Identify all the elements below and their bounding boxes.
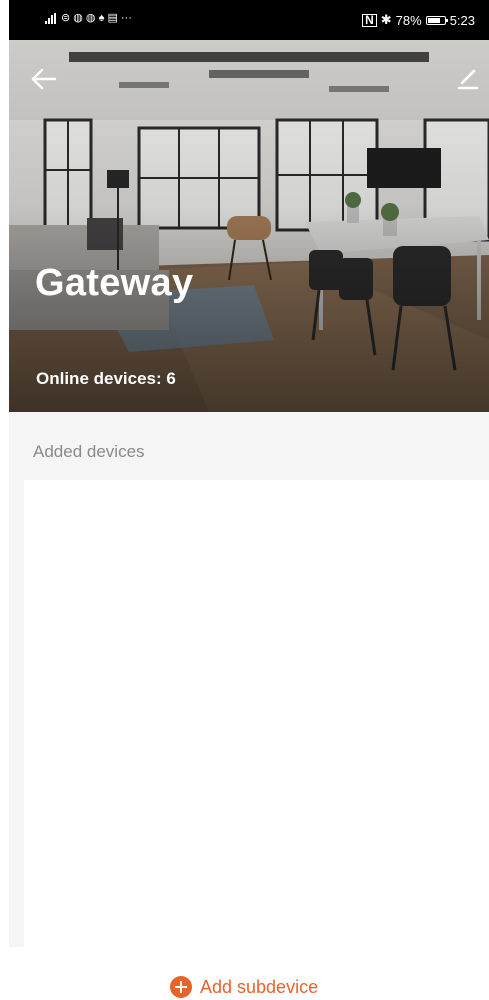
gateway-header: Gateway Online devices: 6 <box>9 40 489 412</box>
online-devices-count: Online devices: 6 <box>36 369 176 388</box>
signal-icon <box>45 13 56 24</box>
status-left-icons: ⊜ ◍ ◍ ♠ ▤ ··· <box>45 13 132 24</box>
bluetooth-icon: ✱ <box>380 12 392 27</box>
device-list <box>24 480 489 947</box>
devices-section: Added devices <box>9 412 489 947</box>
header-overlay <box>9 40 489 412</box>
battery-icon <box>425 15 448 25</box>
edit-button[interactable] <box>451 62 485 96</box>
status-right-icons: N ✱ 78% 5:23 <box>362 12 475 28</box>
section-heading: Added devices <box>33 442 145 461</box>
add-subdevice-label: Add subdevice <box>200 976 319 997</box>
arrow-left-icon <box>31 68 57 90</box>
status-notification-icons: ⊜ ◍ ◍ ♠ ▤ ··· <box>61 12 132 24</box>
battery-percent: 78% <box>395 12 422 28</box>
nfc-icon: N <box>362 13 377 27</box>
status-bar: ⊜ ◍ ◍ ♠ ▤ ··· N ✱ 78% 5:23 <box>9 0 489 40</box>
plus-circle-icon <box>170 976 192 998</box>
add-subdevice-button[interactable]: Add subdevice <box>170 976 318 998</box>
pencil-icon <box>457 69 479 90</box>
back-button[interactable] <box>27 62 61 96</box>
page-title: Gateway <box>35 262 194 304</box>
clock: 5:23 <box>449 12 475 28</box>
